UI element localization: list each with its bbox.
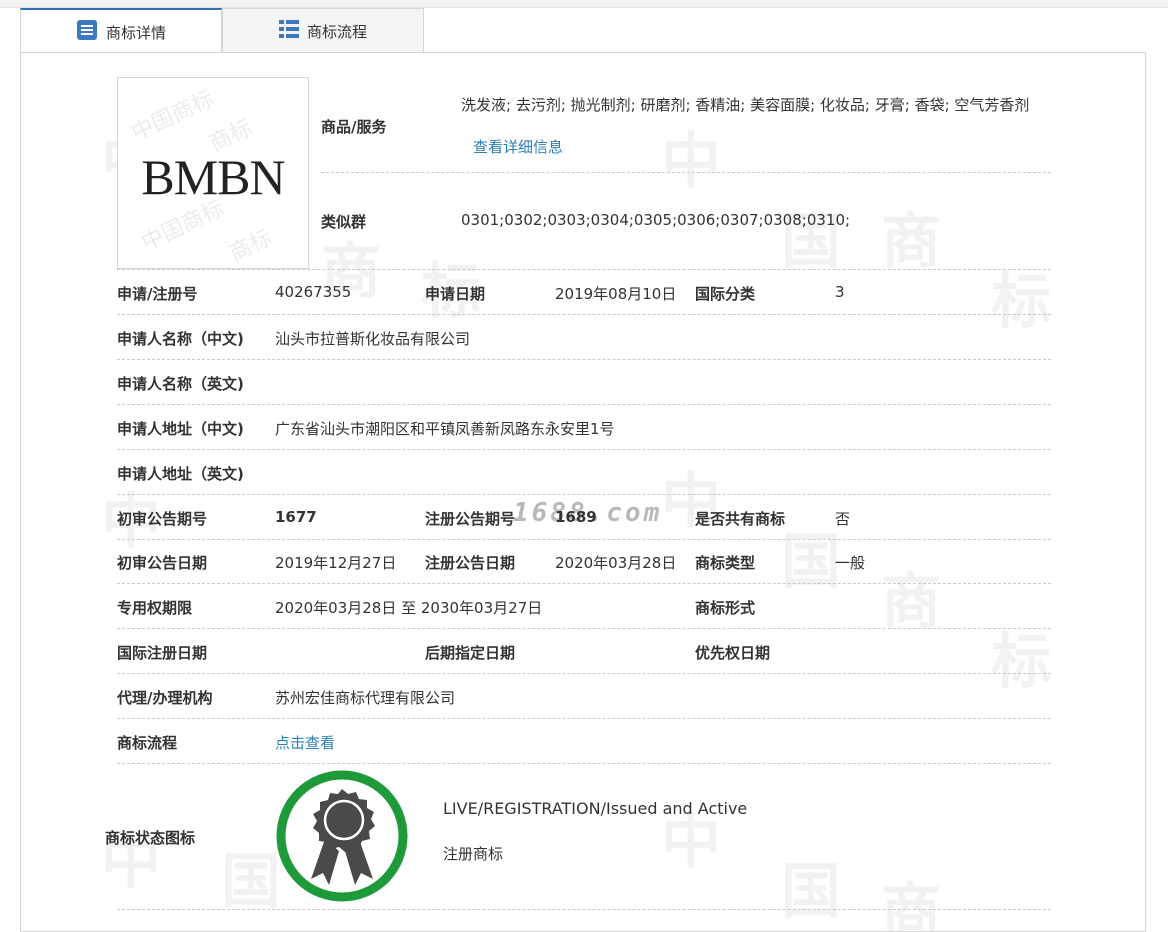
apply-date-label: 申请日期 [425, 285, 486, 303]
intl-reg-date-label: 国际注册日期 [117, 644, 208, 662]
similar-group-label: 类似群 [321, 213, 367, 231]
apply-date-value: 2019年08月10日 [555, 285, 677, 303]
registered-medal-icon [275, 769, 409, 903]
document-list-icon [76, 19, 98, 45]
reg-notice-no-value: 1689 [555, 508, 597, 526]
applicant-cn-value: 汕头市拉普斯化妆品有限公司 [275, 330, 471, 348]
tab-label: 商标流程 [306, 22, 367, 41]
prelim-no-value: 1677 [275, 508, 317, 526]
goods-label: 商品/服务 [321, 118, 387, 136]
reg-notice-date-label: 注册公告日期 [425, 554, 516, 572]
tab-trademark-flow[interactable]: 商标流程 [222, 8, 424, 53]
intl-class-label: 国际分类 [695, 285, 756, 303]
applicant-cn-label: 申请人名称（中文) [117, 330, 244, 348]
priority-date-label: 优先权日期 [695, 644, 771, 662]
tab-label: 商标详情 [105, 23, 166, 42]
address-cn-value: 广东省汕头市潮阳区和平镇凤善新凤路东永安里1号 [275, 420, 615, 438]
similar-group-value: 0301;0302;0303;0304;0305;0306;0307;0308;… [461, 211, 851, 229]
list-icon [278, 20, 299, 42]
reg-notice-date-value: 2020年03月28日 [555, 554, 677, 572]
shared-value: 否 [835, 510, 851, 528]
prelim-no-label: 初审公告期号 [117, 510, 208, 528]
agent-label: 代理/办理机构 [117, 689, 213, 707]
reg-notice-no-label: 注册公告期号 [425, 510, 516, 528]
reg-no-label: 申请/注册号 [117, 285, 198, 303]
intl-class-value: 3 [835, 283, 845, 301]
status-icon-label: 商标状态图标 [105, 829, 196, 847]
prelim-date-label: 初审公告日期 [117, 554, 208, 572]
status-en-value: LIVE/REGISTRATION/Issued and Active [443, 799, 748, 818]
details-panel: 中 中 商 标 国 商 标 中 中 国 商 标 中 国 国 商 中 1688.c… [20, 52, 1146, 932]
reg-no-value: 40267355 [275, 283, 352, 301]
tm-form-label: 商标形式 [695, 599, 756, 617]
agent-value: 苏州宏佳商标代理有限公司 [275, 689, 456, 707]
tm-type-label: 商标类型 [695, 554, 756, 572]
trademark-logo-text: BMBN [141, 149, 285, 205]
status-cn-value: 注册商标 [443, 845, 504, 863]
tab-bar: 商标详情 商标流程 [20, 8, 1146, 54]
top-bar [0, 0, 1168, 8]
later-date-label: 后期指定日期 [425, 644, 516, 662]
applicant-en-label: 申请人名称（英文) [117, 375, 244, 393]
tab-trademark-details[interactable]: 商标详情 [20, 8, 222, 54]
shared-label: 是否共有商标 [695, 510, 786, 528]
term-label: 专用权期限 [117, 599, 193, 617]
tm-type-value: 一般 [835, 554, 866, 572]
goods-value: 洗发液; 去污剂; 抛光制剂; 研磨剂; 香精油; 美容面膜; 化妆品; 牙膏;… [461, 96, 1030, 114]
view-details-link[interactable]: 查看详细信息 [473, 136, 563, 157]
prelim-date-value: 2019年12月27日 [275, 554, 397, 572]
view-flow-link[interactable]: 点击查看 [275, 732, 335, 753]
term-value: 2020年03月28日 至 2030年03月27日 [275, 599, 543, 617]
address-cn-label: 申请人地址（中文) [117, 420, 244, 438]
address-en-label: 申请人地址（英文) [117, 465, 244, 483]
flow-label: 商标流程 [117, 734, 178, 752]
trademark-image: 中国商标 商标 中国商标 商标 BMBN [117, 77, 309, 269]
